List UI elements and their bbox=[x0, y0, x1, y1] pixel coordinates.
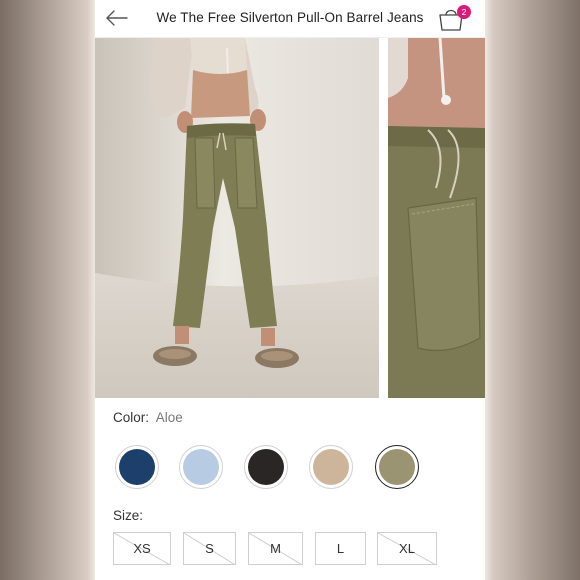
color-swatch-black[interactable] bbox=[244, 445, 288, 489]
color-swatch-indigo[interactable] bbox=[115, 445, 159, 489]
size-label: Size: bbox=[113, 508, 144, 523]
back-button[interactable] bbox=[103, 7, 129, 29]
size-option-m[interactable]: M bbox=[248, 532, 303, 565]
top-bar: We The Free Silverton Pull-On Barrel Jea… bbox=[95, 0, 485, 38]
color-swatch-aloe[interactable] bbox=[375, 445, 419, 489]
color-swatch-tan[interactable] bbox=[309, 445, 353, 489]
size-option-label: XL bbox=[399, 541, 415, 556]
product-photo-detail[interactable] bbox=[388, 38, 485, 398]
product-photo-main[interactable] bbox=[95, 38, 379, 398]
product-image-gallery[interactable] bbox=[95, 38, 485, 398]
color-label: Color: Aloe bbox=[113, 410, 183, 425]
cart-count-badge: 2 bbox=[457, 5, 471, 19]
size-option-label: M bbox=[270, 541, 281, 556]
color-swatch-light-blue[interactable] bbox=[179, 445, 223, 489]
size-option-l[interactable]: L bbox=[315, 532, 366, 565]
selected-color-name: Aloe bbox=[155, 410, 183, 425]
color-label-text: Color: bbox=[113, 410, 150, 425]
arrow-left-icon bbox=[106, 10, 128, 26]
page-title: We The Free Silverton Pull-On Barrel Jea… bbox=[156, 10, 424, 25]
product-photo-illustration bbox=[95, 38, 379, 398]
size-option-label: S bbox=[205, 541, 214, 556]
color-swatch-fill bbox=[183, 449, 219, 485]
color-swatch-fill bbox=[379, 449, 415, 485]
color-swatch-fill bbox=[313, 449, 349, 485]
size-option-label: L bbox=[336, 541, 345, 556]
size-option-s[interactable]: S bbox=[183, 532, 236, 565]
product-page: We The Free Silverton Pull-On Barrel Jea… bbox=[95, 0, 485, 580]
product-photo-detail-illustration bbox=[388, 38, 485, 398]
size-option-xl[interactable]: XL bbox=[377, 532, 437, 565]
color-swatch-fill bbox=[119, 449, 155, 485]
size-option-xs[interactable]: XS bbox=[113, 532, 171, 565]
color-swatch-fill bbox=[248, 449, 284, 485]
shopping-bag-button[interactable]: 2 bbox=[437, 4, 471, 32]
size-option-label: XS bbox=[133, 541, 151, 556]
